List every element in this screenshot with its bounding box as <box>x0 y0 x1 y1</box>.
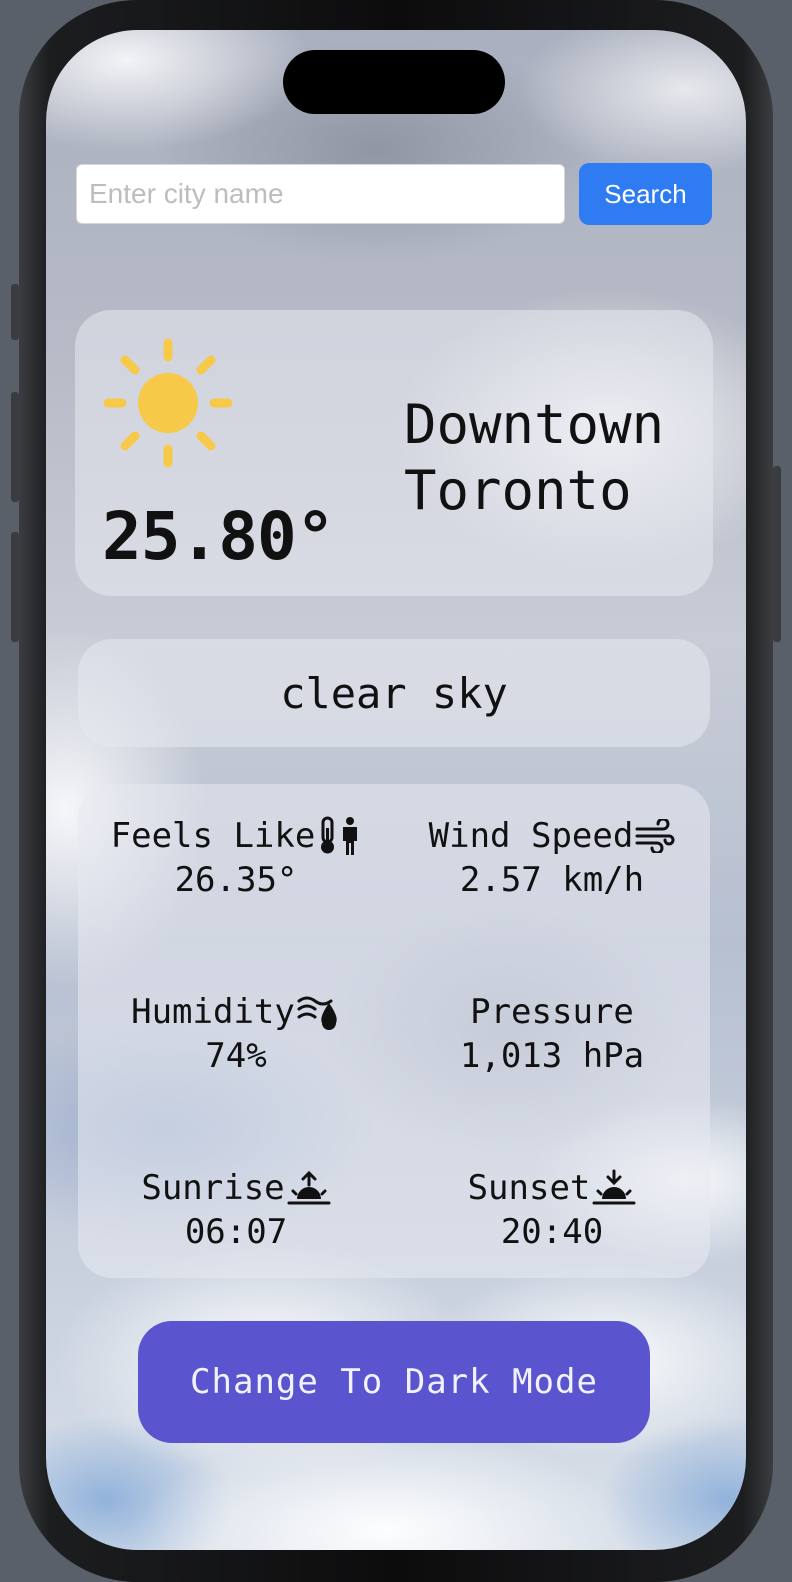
humidity-label: Humidity <box>131 992 295 1032</box>
detail-sunset: Sunset 20:40 <box>394 1166 710 1254</box>
city-search-input[interactable] <box>76 164 565 224</box>
detail-pressure: Pressure 1,013 hPa <box>394 990 710 1078</box>
sunset-value: 20:40 <box>500 1212 604 1252</box>
wind-speed-label: Wind Speed <box>428 816 634 856</box>
phone-volume-up-button <box>11 392 19 502</box>
phone-power-button <box>773 466 781 642</box>
sunset-label: Sunset <box>467 1168 591 1208</box>
sun-icon <box>103 338 233 468</box>
wind-speed-value: 2.57 km/h <box>459 860 645 900</box>
city-name-line-2: Toronto <box>404 459 632 522</box>
phone-mute-switch <box>11 284 19 340</box>
sunrise-icon <box>287 1170 331 1205</box>
weather-description: clear sky <box>280 668 508 718</box>
feels-like-label: Feels Like <box>110 816 316 856</box>
pressure-value: 1,013 hPa <box>459 1036 645 1076</box>
sunset-icon <box>592 1169 636 1205</box>
sunrise-value: 06:07 <box>184 1212 288 1252</box>
detail-feels-like: Feels Like 26.35° <box>78 814 394 902</box>
detail-wind-speed: Wind Speed 2.57 km/h <box>394 814 710 902</box>
sunrise-label: Sunrise <box>141 1168 285 1208</box>
pressure-label: Pressure <box>470 992 634 1032</box>
dynamic-island <box>283 50 505 114</box>
feels-like-value: 26.35° <box>174 860 298 900</box>
detail-humidity: Humidity 74% <box>78 990 394 1078</box>
city-name-line-1: Downtown <box>404 393 665 456</box>
thermometer-person-icon <box>321 816 358 855</box>
phone-volume-down-button <box>11 532 19 642</box>
wind-icon <box>635 819 675 853</box>
humidity-value: 74% <box>205 1036 267 1076</box>
city-name: Downtown Toronto <box>404 392 704 524</box>
detail-sunrise: Sunrise 06:07 <box>78 1166 394 1254</box>
search-button[interactable]: Search <box>579 163 712 225</box>
current-temperature: 25.80° <box>102 498 335 575</box>
dark-mode-toggle-button[interactable]: Change To Dark Mode <box>138 1321 650 1443</box>
humidity-icon <box>297 996 337 1030</box>
app-screen: Search 25.80° Downtown Toronto clear sky… <box>46 30 746 1550</box>
